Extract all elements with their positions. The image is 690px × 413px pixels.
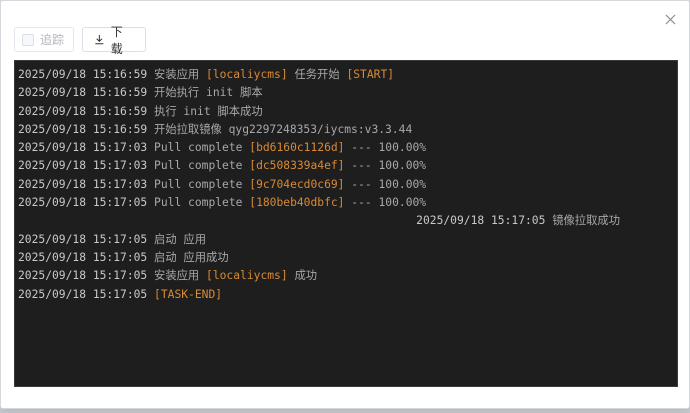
close-icon [664,13,676,25]
log-timestamp: 2025/09/18 15:17:03 [18,177,148,191]
log-text: 镜像拉取成功 [545,214,620,228]
log-line: 2025/09/18 15:17:05 [TASK-END] [18,286,674,304]
log-line: 2025/09/18 15:16:59 开始拉取镜像 qyg2297248353… [18,121,674,139]
log-line: 2025/09/18 15:17:05 启动 应用成功 [18,249,674,267]
download-button[interactable]: 下载 [82,25,146,56]
log-line: 2025/09/18 15:17:05 启动 应用 [18,231,674,249]
log-line: 2025/09/18 15:16:59 安装应用 [localiycms] 任务… [18,66,674,84]
log-line: 2025/09/18 15:17:03 Pull complete [bd616… [18,139,674,157]
log-highlight: [TASK-END] [154,287,223,301]
log-highlight: [localiycms] [206,68,288,81]
log-text: --- 100.00% [344,196,427,210]
log-timestamp: 2025/09/18 15:17:05 [416,214,546,228]
download-label: 下载 [110,24,123,56]
log-timestamp: 2025/09/18 15:16:59 [18,68,148,81]
log-text: 启动 应用成功 [147,250,229,264]
log-highlight: [dc508339a4ef] [249,159,345,173]
log-line: 2025/09/18 15:17:03 Pull complete [dc508… [18,157,674,175]
log-line: 2025/09/18 15:17:05 安装应用 [localiycms] 成功 [18,267,674,285]
log-timestamp: 2025/09/18 15:16:59 [18,86,148,100]
task-log-dialog: 追踪 下载 2025/09/18 15:16:59 安装应用 [localiyc… [0,0,690,409]
log-timestamp: 2025/09/18 15:17:05 [18,250,148,264]
log-highlight: [START] [346,68,395,81]
follow-label: 追踪 [40,33,65,47]
log-text: 安装应用 [147,269,207,283]
log-text: 启动 应用 [147,232,207,246]
log-highlight: [bd6160c1126d] [249,141,345,155]
follow-checkbox[interactable]: 追踪 [14,27,74,52]
log-text: 执行 init 脚本成功 [147,104,263,118]
log-line: 2025/09/18 15:17:05 Pull complete [180be… [18,194,674,212]
log-timestamp: 2025/09/18 15:17:05 [18,269,148,283]
log-line: 2025/09/18 15:16:59 执行 init 脚本成功 [18,103,674,121]
log-timestamp: 2025/09/18 15:17:03 [18,141,148,155]
log-highlight: [180beb40dbfc] [249,196,345,210]
log-timestamp: 2025/09/18 15:17:05 [18,196,148,210]
toolbar: 追踪 下载 [14,25,146,56]
log-timestamp: 2025/09/18 15:17:03 [18,159,148,173]
log-highlight: [localiycms] [206,269,288,283]
log-text: 安装应用 [147,68,207,81]
log-highlight: [9c704ecd0c69] [249,177,345,191]
log-timestamp: 2025/09/18 15:17:05 [18,287,148,301]
log-text: --- 100.00% [344,177,427,191]
log-line: 2025/09/18 15:17:05 镜像拉取成功 [18,212,674,230]
log-text: Pull complete [147,141,250,155]
log-text: 任务开始 [287,68,347,81]
log-text: Pull complete [147,177,250,191]
log-text: 成功 [287,269,318,283]
log-line: 2025/09/18 15:17:03 Pull complete [9c704… [18,176,674,194]
log-text: 开始执行 init 脚本 [147,86,263,100]
close-button[interactable] [659,8,681,30]
log-timestamp: 2025/09/18 15:16:59 [18,104,148,118]
log-text: --- 100.00% [344,141,427,155]
log-text: Pull complete [147,196,250,210]
checkbox-box[interactable] [22,33,34,46]
log-console[interactable]: 2025/09/18 15:16:59 安装应用 [localiycms] 任务… [14,60,678,387]
log-timestamp: 2025/09/18 15:17:05 [18,232,148,246]
log-text: --- 100.00% [344,159,427,173]
log-timestamp: 2025/09/18 15:16:59 [18,122,148,136]
log-text: 开始拉取镜像 qyg2297248353/iycms:v3.3.44 [147,122,413,136]
download-icon [95,35,104,45]
log-line: 2025/09/18 15:16:59 开始执行 init 脚本 [18,84,674,102]
log-text: Pull complete [147,159,250,173]
